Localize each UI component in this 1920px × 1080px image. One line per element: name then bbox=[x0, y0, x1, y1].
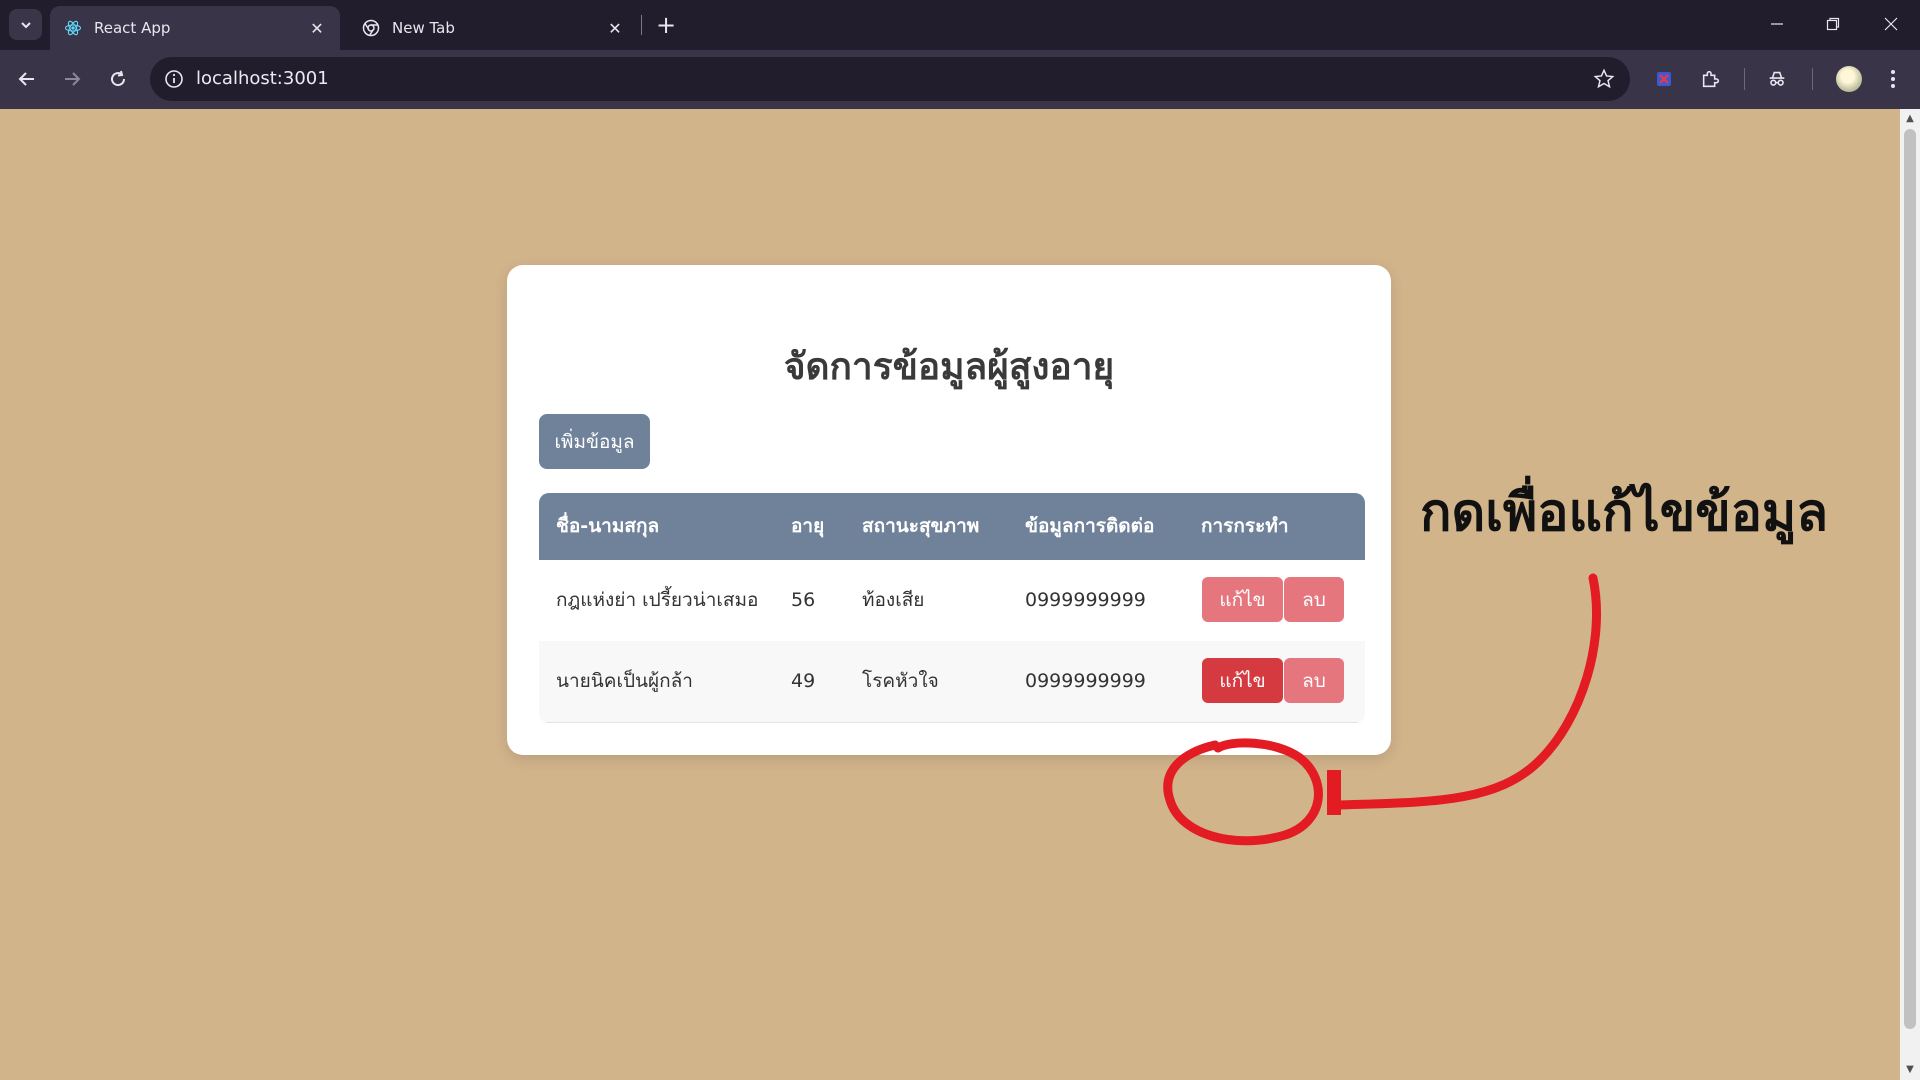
toolbar-divider bbox=[1812, 68, 1813, 90]
cell-contact: 0999999999 bbox=[1025, 670, 1146, 692]
page-title: จัดการข้อมูลผู้สูงอายุ bbox=[783, 345, 1115, 388]
arrow-left-icon bbox=[18, 72, 34, 86]
profile-avatar[interactable] bbox=[1836, 66, 1862, 92]
close-icon bbox=[1884, 17, 1898, 31]
more-menu-icon[interactable] bbox=[1876, 62, 1910, 96]
browser-toolbar: localhost:3001 bbox=[0, 50, 1920, 109]
scroll-down-icon[interactable]: ▼ bbox=[1904, 1064, 1916, 1076]
cell-health: โรคหัวใจ bbox=[862, 670, 939, 692]
address-bar[interactable]: localhost:3001 bbox=[150, 57, 1630, 101]
back-button[interactable] bbox=[10, 62, 44, 96]
reload-button[interactable] bbox=[101, 62, 135, 96]
close-window-button[interactable] bbox=[1871, 6, 1911, 42]
column-header-actions: การกระทำ bbox=[1201, 515, 1289, 537]
reload-icon bbox=[111, 70, 126, 87]
edit-button[interactable]: แก้ไข bbox=[1202, 577, 1283, 622]
cell-age: 56 bbox=[791, 589, 816, 611]
cell-age: 49 bbox=[791, 670, 816, 692]
cell-name: กฎแห่งย่า เปรี้ยวน่าเสมอ bbox=[556, 589, 759, 611]
column-header-age: อายุ bbox=[791, 515, 825, 537]
close-icon[interactable]: ✕ bbox=[308, 19, 326, 38]
column-header-contact: ข้อมูลการติดต่อ bbox=[1025, 515, 1155, 537]
forward-button[interactable] bbox=[55, 62, 89, 96]
browser-chrome: React App ✕ New Tab ✕ + localhost:3001 bbox=[0, 0, 1920, 109]
column-header-health: สถานะสุขภาพ bbox=[862, 515, 980, 537]
table-row: นายนิคเป็นผู้กล้า 49 โรคหัวใจ 0999999999… bbox=[539, 641, 1365, 723]
scrollbar-thumb[interactable] bbox=[1904, 129, 1916, 1029]
add-data-button[interactable]: เพิ่มข้อมูล bbox=[539, 414, 650, 469]
restore-button[interactable] bbox=[1813, 6, 1853, 42]
toolbar-divider bbox=[1744, 68, 1745, 90]
table-header: ชื่อ-นามสกุล อายุ สถานะสุขภาพ ข้อมูลการต… bbox=[539, 493, 1365, 560]
minimize-button[interactable] bbox=[1757, 6, 1797, 42]
elderly-management-card: จัดการข้อมูลผู้สูงอายุ เพิ่มข้อมูล ชื่อ-… bbox=[507, 265, 1391, 755]
url-text[interactable]: localhost:3001 bbox=[196, 57, 329, 101]
tab-react-app[interactable]: React App ✕ bbox=[50, 6, 340, 50]
minimize-icon bbox=[1771, 23, 1783, 25]
site-info-icon[interactable] bbox=[162, 67, 186, 91]
tab-search-button[interactable] bbox=[9, 9, 42, 40]
plus-icon: + bbox=[655, 11, 677, 39]
chrome-icon bbox=[362, 19, 380, 37]
react-icon bbox=[64, 19, 82, 37]
scroll-up-icon[interactable]: ▲ bbox=[1904, 113, 1916, 125]
tab-title: New Tab bbox=[392, 19, 455, 37]
tab-strip: React App ✕ New Tab ✕ + bbox=[0, 0, 1920, 50]
delete-button[interactable]: ลบ bbox=[1284, 577, 1344, 622]
new-tab-button[interactable]: + bbox=[652, 11, 680, 39]
cell-health: ท้องเสีย bbox=[862, 589, 925, 611]
tab-divider bbox=[641, 15, 642, 35]
tab-title: React App bbox=[94, 19, 171, 37]
arrow-right-icon bbox=[65, 72, 81, 86]
restore-icon bbox=[1826, 17, 1840, 31]
edit-button[interactable]: แก้ไข bbox=[1202, 658, 1283, 703]
close-icon[interactable]: ✕ bbox=[606, 19, 624, 38]
bookmark-star-icon[interactable] bbox=[1592, 67, 1616, 91]
cell-contact: 0999999999 bbox=[1025, 589, 1146, 611]
cell-name: นายนิคเป็นผู้กล้า bbox=[556, 670, 693, 692]
tab-new-tab[interactable]: New Tab ✕ bbox=[348, 6, 638, 50]
chevron-down-icon bbox=[20, 21, 31, 28]
extensions-puzzle-icon[interactable] bbox=[1694, 62, 1728, 96]
elderly-table: ชื่อ-นามสกุล อายุ สถานะสุขภาพ ข้อมูลการต… bbox=[539, 493, 1365, 723]
extension-flag-icon[interactable] bbox=[1647, 62, 1681, 96]
page-scrollbar[interactable]: ▲ ▼ bbox=[1900, 109, 1920, 1080]
incognito-icon[interactable] bbox=[1760, 62, 1794, 96]
table-row: กฎแห่งย่า เปรี้ยวน่าเสมอ 56 ท้องเสีย 099… bbox=[539, 560, 1365, 642]
delete-button[interactable]: ลบ bbox=[1284, 658, 1344, 703]
column-header-name: ชื่อ-นามสกุล bbox=[556, 515, 660, 537]
annotation-label: กดเพื่อแก้ไขข้อมูล bbox=[1420, 482, 1829, 543]
